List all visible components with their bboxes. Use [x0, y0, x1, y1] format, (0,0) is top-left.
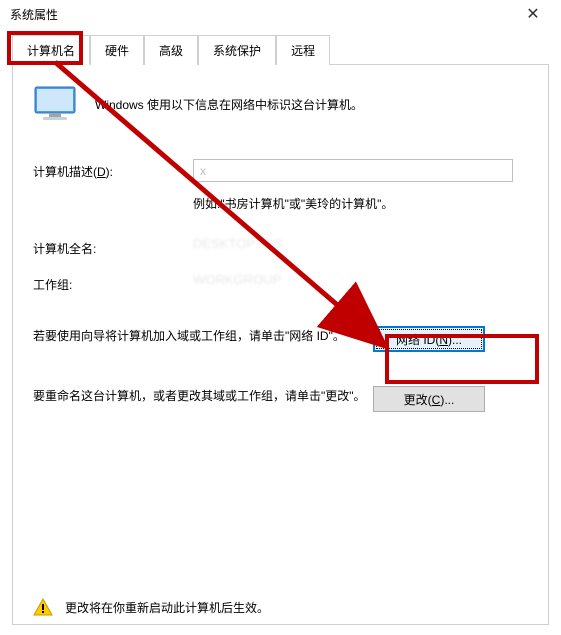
value-full-name: DESKTOP JDS [193, 236, 283, 251]
tab-advanced[interactable]: 高级 [144, 35, 198, 65]
text-network-id: 若要使用向导将计算机加入域或工作组，请单击"网络 ID"。 [33, 326, 373, 346]
tab-computer-name[interactable]: 计算机名 [12, 35, 90, 65]
tab-system-protection[interactable]: 系统保护 [198, 35, 276, 65]
row-workgroup: 工作组: WORKGROUP [33, 272, 528, 298]
notice-text: 更改将在你重新启动此计算机后生效。 [65, 599, 269, 616]
row-full-name: 计算机全名: DESKTOP JDS [33, 236, 528, 262]
label-computer-description: 计算机描述(D): [33, 159, 193, 180]
description-hint: 例如:"书房计算机"或"美玲的计算机"。 [193, 195, 528, 212]
tab-strip: 计算机名 硬件 高级 系统保护 远程 [12, 34, 549, 65]
tab-remote[interactable]: 远程 [276, 35, 330, 65]
warning-icon [33, 598, 53, 616]
row-network-id: 若要使用向导将计算机加入域或工作组，请单击"网络 ID"。 网络 ID(N)..… [33, 326, 528, 352]
monitor-icon [33, 85, 77, 123]
title-bar: 系统属性 ✕ [0, 0, 561, 28]
tab-hardware[interactable]: 硬件 [90, 35, 144, 65]
restart-notice: 更改将在你重新启动此计算机后生效。 [33, 598, 269, 616]
label-full-name: 计算机全名: [33, 236, 193, 257]
intro-text: Windows 使用以下信息在网络中标识这台计算机。 [95, 96, 363, 113]
input-computer-description[interactable] [193, 159, 513, 182]
change-button[interactable]: 更改(C)... [373, 386, 485, 412]
intro-row: Windows 使用以下信息在网络中标识这台计算机。 [33, 85, 528, 123]
row-computer-description: 计算机描述(D): [33, 159, 528, 185]
close-icon[interactable]: ✕ [513, 4, 553, 24]
value-workgroup: WORKGROUP [193, 272, 281, 287]
text-change: 要重命名这台计算机，或者更改其域或工作组，请单击"更改"。 [33, 386, 373, 406]
tab-panel: Windows 使用以下信息在网络中标识这台计算机。 计算机描述(D): 例如:… [12, 65, 549, 625]
network-id-button[interactable]: 网络 ID(N)... [373, 326, 485, 352]
row-change: 要重命名这台计算机，或者更改其域或工作组，请单击"更改"。 更改(C)... [33, 386, 528, 412]
label-workgroup: 工作组: [33, 272, 193, 293]
window-title: 系统属性 [10, 6, 58, 23]
